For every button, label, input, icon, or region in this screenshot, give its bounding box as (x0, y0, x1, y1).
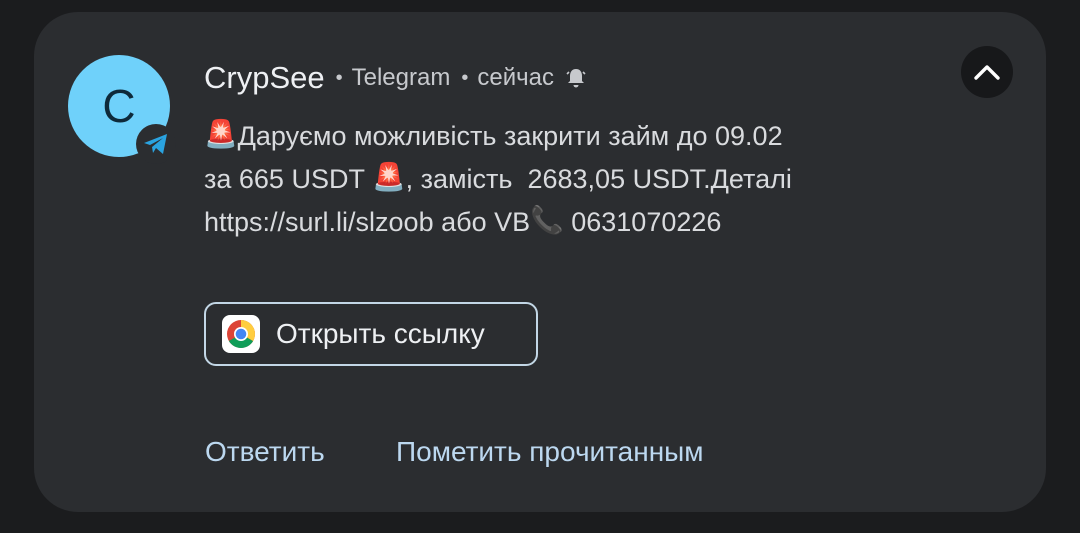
message-line: 🚨Даруємо можливість закрити займ до 09.0… (204, 115, 994, 158)
bell-icon (564, 66, 588, 90)
message-line: за 665 USDT 🚨, замість 2683,05 USDT.Дета… (204, 158, 994, 201)
timestamp: сейчас (477, 64, 554, 91)
phone-emoji: 📞 (530, 205, 564, 236)
sender-name: CrypSee (204, 60, 325, 95)
message-body: 🚨Даруємо можливість закрити займ до 09.0… (204, 115, 994, 244)
separator-dot: • (461, 66, 469, 89)
expand-toggle-button[interactable] (961, 46, 1013, 98)
mark-read-button[interactable]: Пометить прочитанным (396, 436, 704, 468)
message-line: https://surl.li/slzoob або VB📞 063107022… (204, 201, 994, 244)
notification-card[interactable]: C CrypSee • Telegram • сейчас 🚨Даруємо м… (34, 12, 1046, 512)
siren-emoji: 🚨 (371, 162, 406, 193)
app-name: Telegram (351, 64, 451, 91)
separator-dot: • (335, 66, 343, 89)
message-text: https://surl.li/slzoob або VB (204, 207, 531, 237)
message-text: , замість 2683,05 USDT.Деталі (405, 164, 792, 194)
notification-header: CrypSee • Telegram • сейчас (204, 60, 588, 96)
open-link-button[interactable]: Открыть ссылку (204, 302, 538, 366)
chevron-up-icon (974, 65, 1000, 80)
message-text: 0631070226 (563, 207, 722, 237)
telegram-icon (136, 124, 176, 164)
reply-button[interactable]: Ответить (205, 436, 325, 468)
message-text: за 665 USDT (204, 164, 372, 194)
open-link-label: Открыть ссылку (276, 318, 485, 349)
chrome-icon (222, 315, 260, 353)
siren-emoji: 🚨 (204, 119, 238, 150)
message-text: Даруємо можливість закрити займ до 09.02 (237, 121, 783, 151)
avatar-letter: C (102, 80, 136, 132)
